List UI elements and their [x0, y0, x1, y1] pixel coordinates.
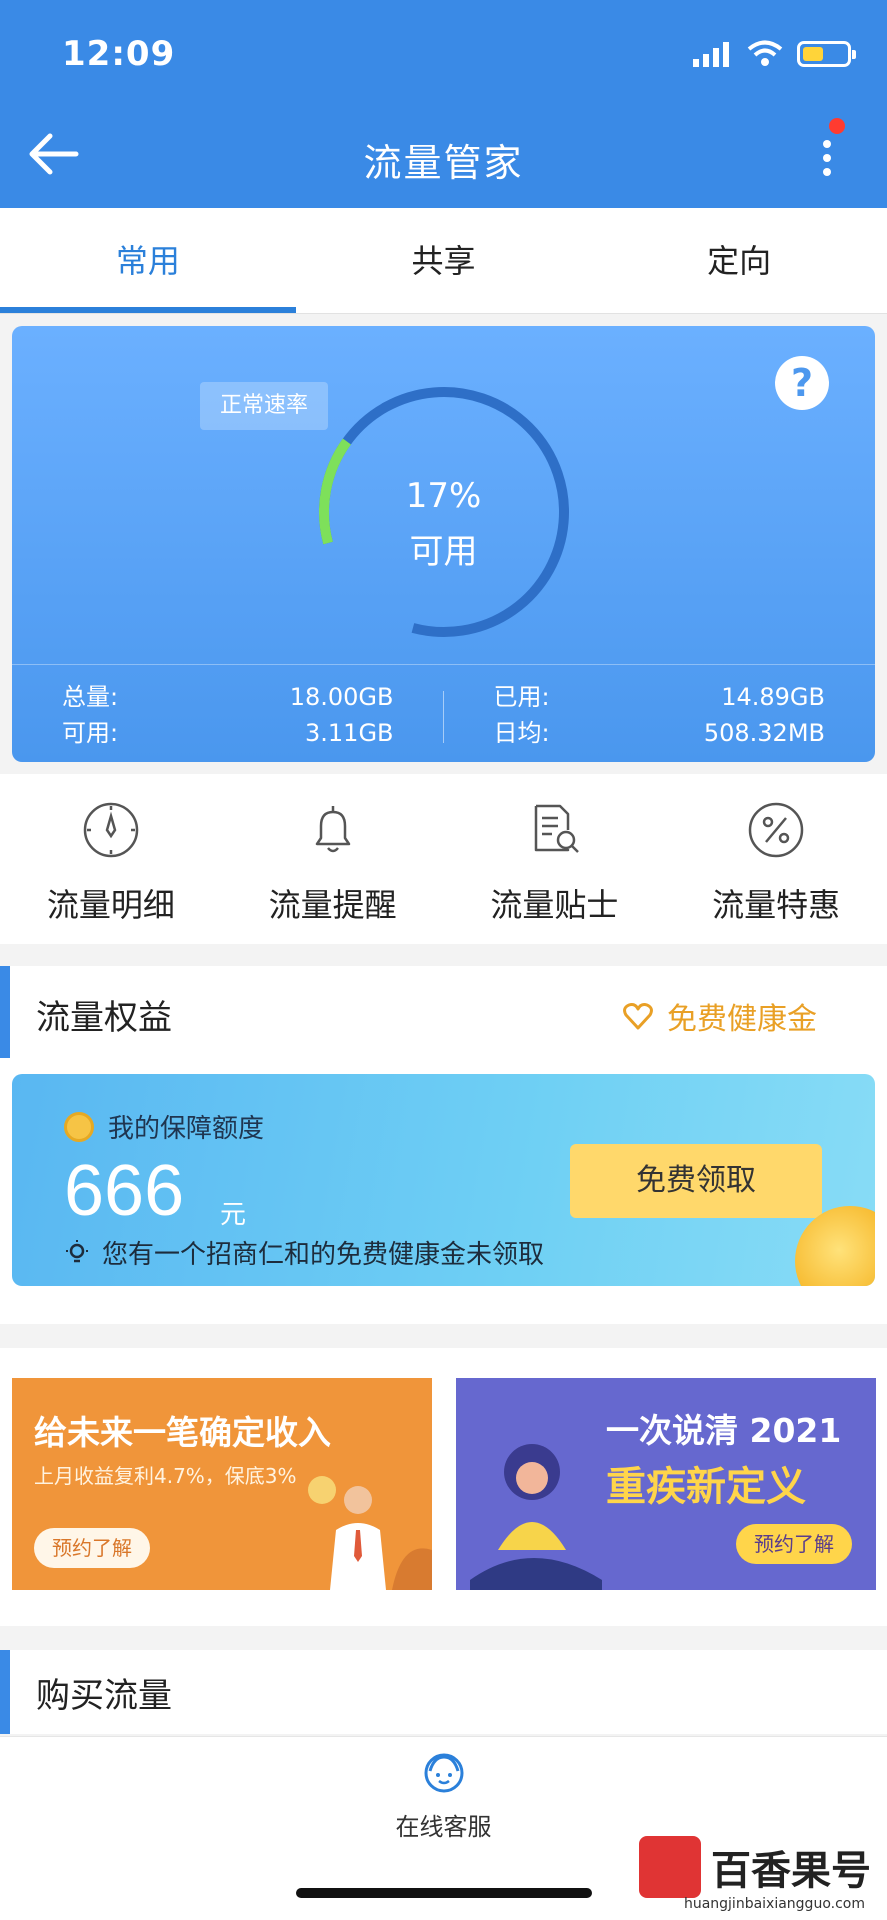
gauge-percent: 17% [405, 476, 482, 516]
section-title[interactable]: 购买流量 [36, 1668, 172, 1717]
stat-total-label: 总量: [62, 683, 119, 711]
watermark: 百香果号 [639, 1836, 871, 1898]
wifi-icon [747, 40, 783, 66]
coverage-unit: 元 [220, 1200, 247, 1230]
help-icon[interactable]: ? [775, 356, 829, 410]
lightbulb-icon [66, 1239, 88, 1262]
banner-title-line2: 重疾新定义 [606, 1464, 806, 1510]
meditating-woman-illustration [470, 1444, 602, 1590]
feature-label: 流量贴士 [490, 886, 619, 924]
page-title: 流量管家 [363, 141, 524, 185]
banner-reserve-button[interactable]: 预约了解 [34, 1528, 150, 1568]
stat-used-label: 已用: [493, 683, 550, 711]
stat-available: 可用: 3.11GB [62, 715, 394, 751]
feature-label: 流量特惠 [712, 886, 841, 924]
feature-traffic-deals[interactable]: 流量特惠 [665, 774, 887, 944]
status-time: 12:09 [62, 34, 176, 74]
banner-title: 给未来一笔确定收入 [34, 1413, 331, 1452]
feature-label: 流量明细 [46, 886, 175, 924]
online-service-button[interactable]: 在线客服 [0, 1751, 887, 1842]
stat-used-value: 14.89GB [721, 683, 825, 711]
percent-icon [748, 802, 804, 858]
section-title: 流量权益 [36, 998, 172, 1038]
stat-total-value: 18.00GB [289, 683, 394, 711]
feature-traffic-detail[interactable]: 流量明细 [0, 774, 222, 944]
tab-bar: 常用 共享 定向 [0, 208, 887, 314]
feature-traffic-reminder[interactable]: 流量提醒 [222, 774, 444, 944]
document-search-icon [535, 804, 580, 853]
businessman-illustration [308, 1476, 432, 1590]
health-link-label: 免费健康金 [667, 1002, 817, 1037]
coverage-title-text: 我的保障额度 [108, 1114, 265, 1144]
stat-available-value: 3.11GB [305, 719, 394, 747]
buy-traffic-section: 购买流量 [0, 1650, 887, 1734]
watermark-brand: 百香果号 [711, 1848, 871, 1894]
tab-common[interactable]: 常用 [0, 208, 296, 313]
coverage-tip-text: 您有一个招商仁和的免费健康金未领取 [102, 1240, 545, 1270]
stat-daily-value: 508.32MB [703, 719, 825, 747]
section-accent-bar [0, 966, 10, 1058]
coverage-tip: 您有一个招商仁和的免费健康金未领取 [64, 1234, 544, 1271]
status-icons [693, 40, 856, 68]
battery-icon [797, 41, 856, 67]
compass-icon [83, 802, 139, 858]
usage-gauge-card: ? 正常速率 17% 可用 总量: 18.00GB 可用: 3.11GB 已用:… [12, 326, 875, 762]
heart-icon [623, 1003, 653, 1030]
ad-banners: 给未来一笔确定收入 上月收益复利4.7%，保底3% 预约了解 一次说清 2021… [0, 1348, 887, 1626]
yuan-coin-icon [795, 1206, 875, 1286]
home-indicator[interactable] [296, 1888, 592, 1898]
banner-critical-illness[interactable]: 一次说清 2021 重疾新定义 预约了解 [456, 1378, 876, 1590]
bell-icon [315, 806, 350, 853]
stats-right: 已用: 14.89GB 日均: 508.32MB [444, 665, 876, 762]
stat-used: 已用: 14.89GB [494, 679, 826, 715]
feature-traffic-tips[interactable]: 流量贴士 [444, 774, 666, 944]
coin-icon [64, 1111, 94, 1142]
stat-daily-label: 日均: [493, 719, 550, 747]
tab-directed[interactable]: 定向 [591, 208, 887, 313]
banner-reserve-button[interactable]: 预约了解 [736, 1524, 852, 1564]
app-header: 12:09 流量管家 [0, 0, 887, 208]
gauge-available-label: 可用 [409, 532, 478, 572]
stat-total: 总量: 18.00GB [62, 679, 394, 715]
section-accent-bar [0, 1650, 10, 1734]
feature-grid: 流量明细 流量提醒 流量贴士 流量特惠 [0, 774, 887, 944]
stat-daily: 日均: 508.32MB [494, 715, 826, 751]
traffic-rights-section: 流量权益 免费健康金 我的保障额度 666 元 您有一个招商仁和的免费健康金未领… [0, 966, 887, 1324]
watermark-url: huangjinbaixiangguo.com [683, 1896, 865, 1912]
signal-icon [693, 42, 729, 67]
more-options-icon[interactable] [817, 138, 837, 178]
coverage-card: 我的保障额度 666 元 您有一个招商仁和的免费健康金未领取 免费领取 [12, 1074, 875, 1286]
banner-subtitle: 上月收益复利4.7%，保底3% [34, 1464, 297, 1488]
coverage-title: 我的保障额度 [64, 1108, 264, 1145]
stats-left: 总量: 18.00GB 可用: 3.11GB [12, 665, 444, 762]
feature-label: 流量提醒 [268, 886, 397, 924]
notification-dot [829, 118, 845, 134]
coverage-amount: 666 [64, 1151, 185, 1231]
free-health-fund-link[interactable]: 免费健康金 [623, 994, 817, 1038]
usage-stats: 总量: 18.00GB 可用: 3.11GB 已用: 14.89GB 日均: 5… [12, 664, 875, 762]
banner-title-line1: 一次说清 2021 [606, 1411, 842, 1450]
watermark-logo-icon [639, 1836, 701, 1898]
claim-free-button[interactable]: 免费领取 [570, 1144, 822, 1218]
banner-future-income[interactable]: 给未来一笔确定收入 上月收益复利4.7%，保底3% 预约了解 [12, 1378, 432, 1590]
stat-available-label: 可用: [62, 719, 119, 747]
customer-service-icon [424, 1753, 463, 1793]
tab-share[interactable]: 共享 [296, 208, 592, 313]
